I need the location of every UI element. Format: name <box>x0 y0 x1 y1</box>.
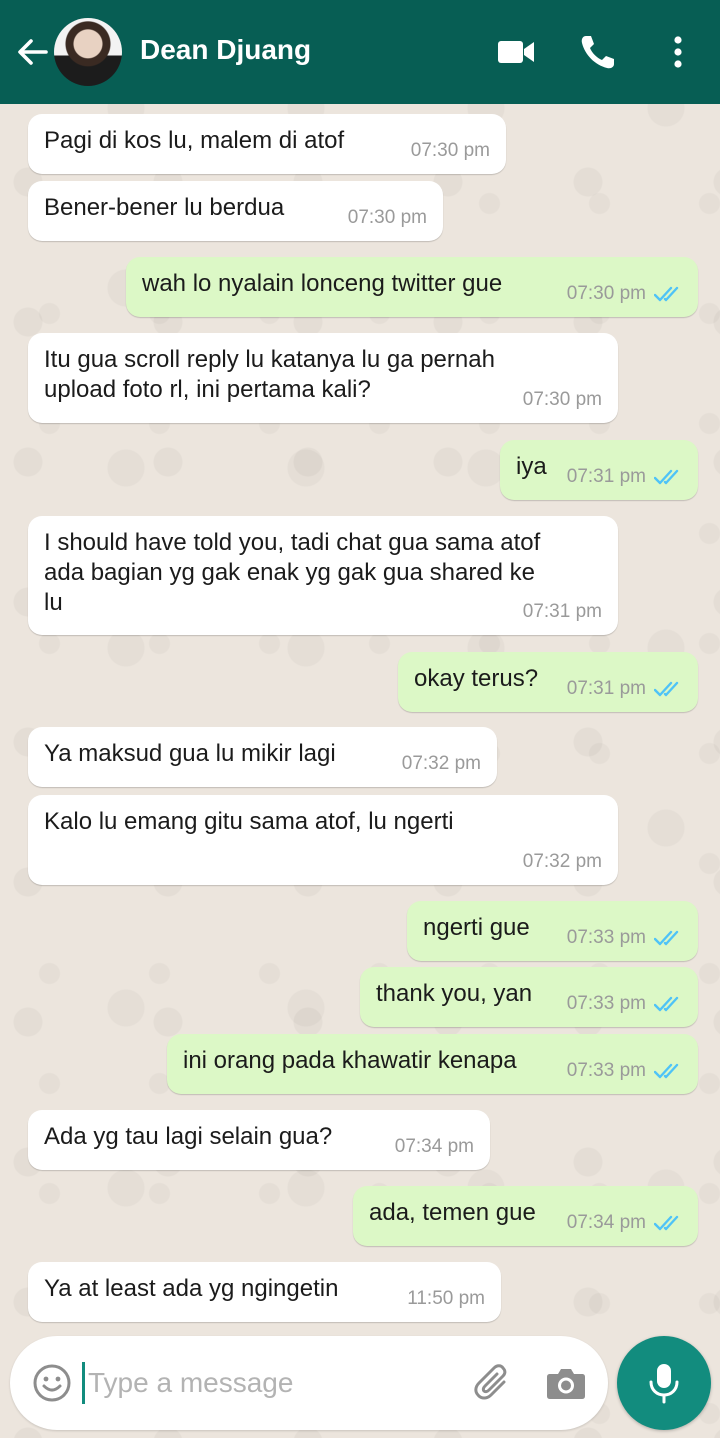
message-text: iya <box>516 453 547 480</box>
double-check-icon <box>654 996 679 1012</box>
message-bubble-incoming[interactable]: Ya at least ada yg ngingetin 11:50 pm <box>28 1262 501 1322</box>
message-time: 07:31 pm <box>522 601 602 622</box>
message-text: Ya at least ada yg ngingetin <box>44 1275 339 1302</box>
message-time: 11:50 pm <box>407 1288 485 1309</box>
message-bubble-outgoing[interactable]: wah lo nyalain lonceng twitter gue 07:30… <box>126 257 698 317</box>
message-bubble-incoming[interactable]: Ada yg tau lagi selain gua? 07:34 pm <box>28 1110 490 1170</box>
message-text: Kalo lu emang gitu sama atof, lu ngerti <box>44 808 454 835</box>
message-bubble-incoming[interactable]: Kalo lu emang gitu sama atof, lu ngerti … <box>28 795 618 885</box>
message-time: 07:30 pm <box>522 389 602 410</box>
message-bubble-outgoing[interactable]: ngerti gue 07:33 pm <box>407 901 698 961</box>
message-bubble-incoming[interactable]: Bener-bener lu berdua 07:30 pm <box>28 181 443 241</box>
message-time: 07:31 pm <box>566 678 646 699</box>
text-cursor <box>82 1362 85 1404</box>
video-call-icon[interactable] <box>494 30 538 74</box>
contact-name[interactable]: Dean Djuang <box>140 34 311 66</box>
double-check-icon <box>654 469 679 485</box>
message-time: 07:33 pm <box>566 1060 646 1081</box>
message-text: Ya maksud gua lu mikir lagi <box>44 740 336 767</box>
message-text: Bener-bener lu berdua <box>44 194 285 221</box>
message-time: 07:31 pm <box>566 466 646 487</box>
mic-icon <box>649 1364 679 1404</box>
message-bubble-outgoing[interactable]: ada, temen gue 07:34 pm <box>353 1186 698 1246</box>
message-time: 07:34 pm <box>394 1136 474 1157</box>
message-bubble-outgoing[interactable]: ini orang pada khawatir kenapa 07:33 pm <box>167 1034 698 1094</box>
emoji-icon[interactable] <box>30 1361 74 1405</box>
message-time: 07:32 pm <box>401 753 481 774</box>
message-text: Pagi di kos lu, malem di atof <box>44 127 345 154</box>
message-bubble-outgoing[interactable]: okay terus? 07:31 pm <box>398 652 698 712</box>
message-text: I should have told you, tadi chat gua sa… <box>44 529 541 616</box>
message-time: 07:30 pm <box>347 207 427 228</box>
message-text: ini orang pada khawatir kenapa <box>183 1047 517 1074</box>
camera-icon[interactable] <box>544 1362 588 1404</box>
message-bubble-incoming[interactable]: Ya maksud gua lu mikir lagi 07:32 pm <box>28 727 497 787</box>
message-text: thank you, yan <box>376 980 533 1007</box>
phone-icon[interactable] <box>576 30 620 74</box>
message-composer <box>10 1336 608 1430</box>
message-bubble-incoming[interactable]: Pagi di kos lu, malem di atof 07:30 pm <box>28 114 506 174</box>
mic-button[interactable] <box>617 1336 711 1430</box>
message-text: ngerti gue <box>423 914 530 941</box>
message-text: wah lo nyalain lonceng twitter gue <box>142 270 503 297</box>
message-time: 07:33 pm <box>566 927 646 948</box>
message-time: 07:34 pm <box>566 1212 646 1233</box>
contact-avatar[interactable] <box>54 18 122 86</box>
chat-header: Dean Djuang <box>0 0 720 104</box>
message-bubble-incoming[interactable]: I should have told you, tadi chat gua sa… <box>28 516 618 635</box>
message-bubble-outgoing[interactable]: thank you, yan 07:33 pm <box>360 967 698 1027</box>
double-check-icon <box>654 930 679 946</box>
message-input[interactable] <box>88 1358 448 1408</box>
message-text: Itu gua scroll reply lu katanya lu ga pe… <box>44 346 495 403</box>
message-bubble-outgoing[interactable]: iya 07:31 pm <box>500 440 698 500</box>
double-check-icon <box>654 286 679 302</box>
message-time: 07:30 pm <box>566 283 646 304</box>
double-check-icon <box>654 1215 679 1231</box>
more-vert-icon[interactable] <box>656 30 700 74</box>
message-time: 07:30 pm <box>410 140 490 161</box>
message-text: ada, temen gue <box>369 1199 536 1226</box>
message-time: 07:33 pm <box>566 993 646 1014</box>
message-bubble-incoming[interactable]: Itu gua scroll reply lu katanya lu ga pe… <box>28 333 618 423</box>
back-arrow-icon[interactable] <box>12 32 52 72</box>
message-text: Ada yg tau lagi selain gua? <box>44 1123 333 1150</box>
double-check-icon <box>654 1063 679 1079</box>
message-time: 07:32 pm <box>522 851 602 872</box>
message-text: okay terus? <box>414 665 539 692</box>
double-check-icon <box>654 681 679 697</box>
attach-icon[interactable] <box>470 1360 516 1406</box>
